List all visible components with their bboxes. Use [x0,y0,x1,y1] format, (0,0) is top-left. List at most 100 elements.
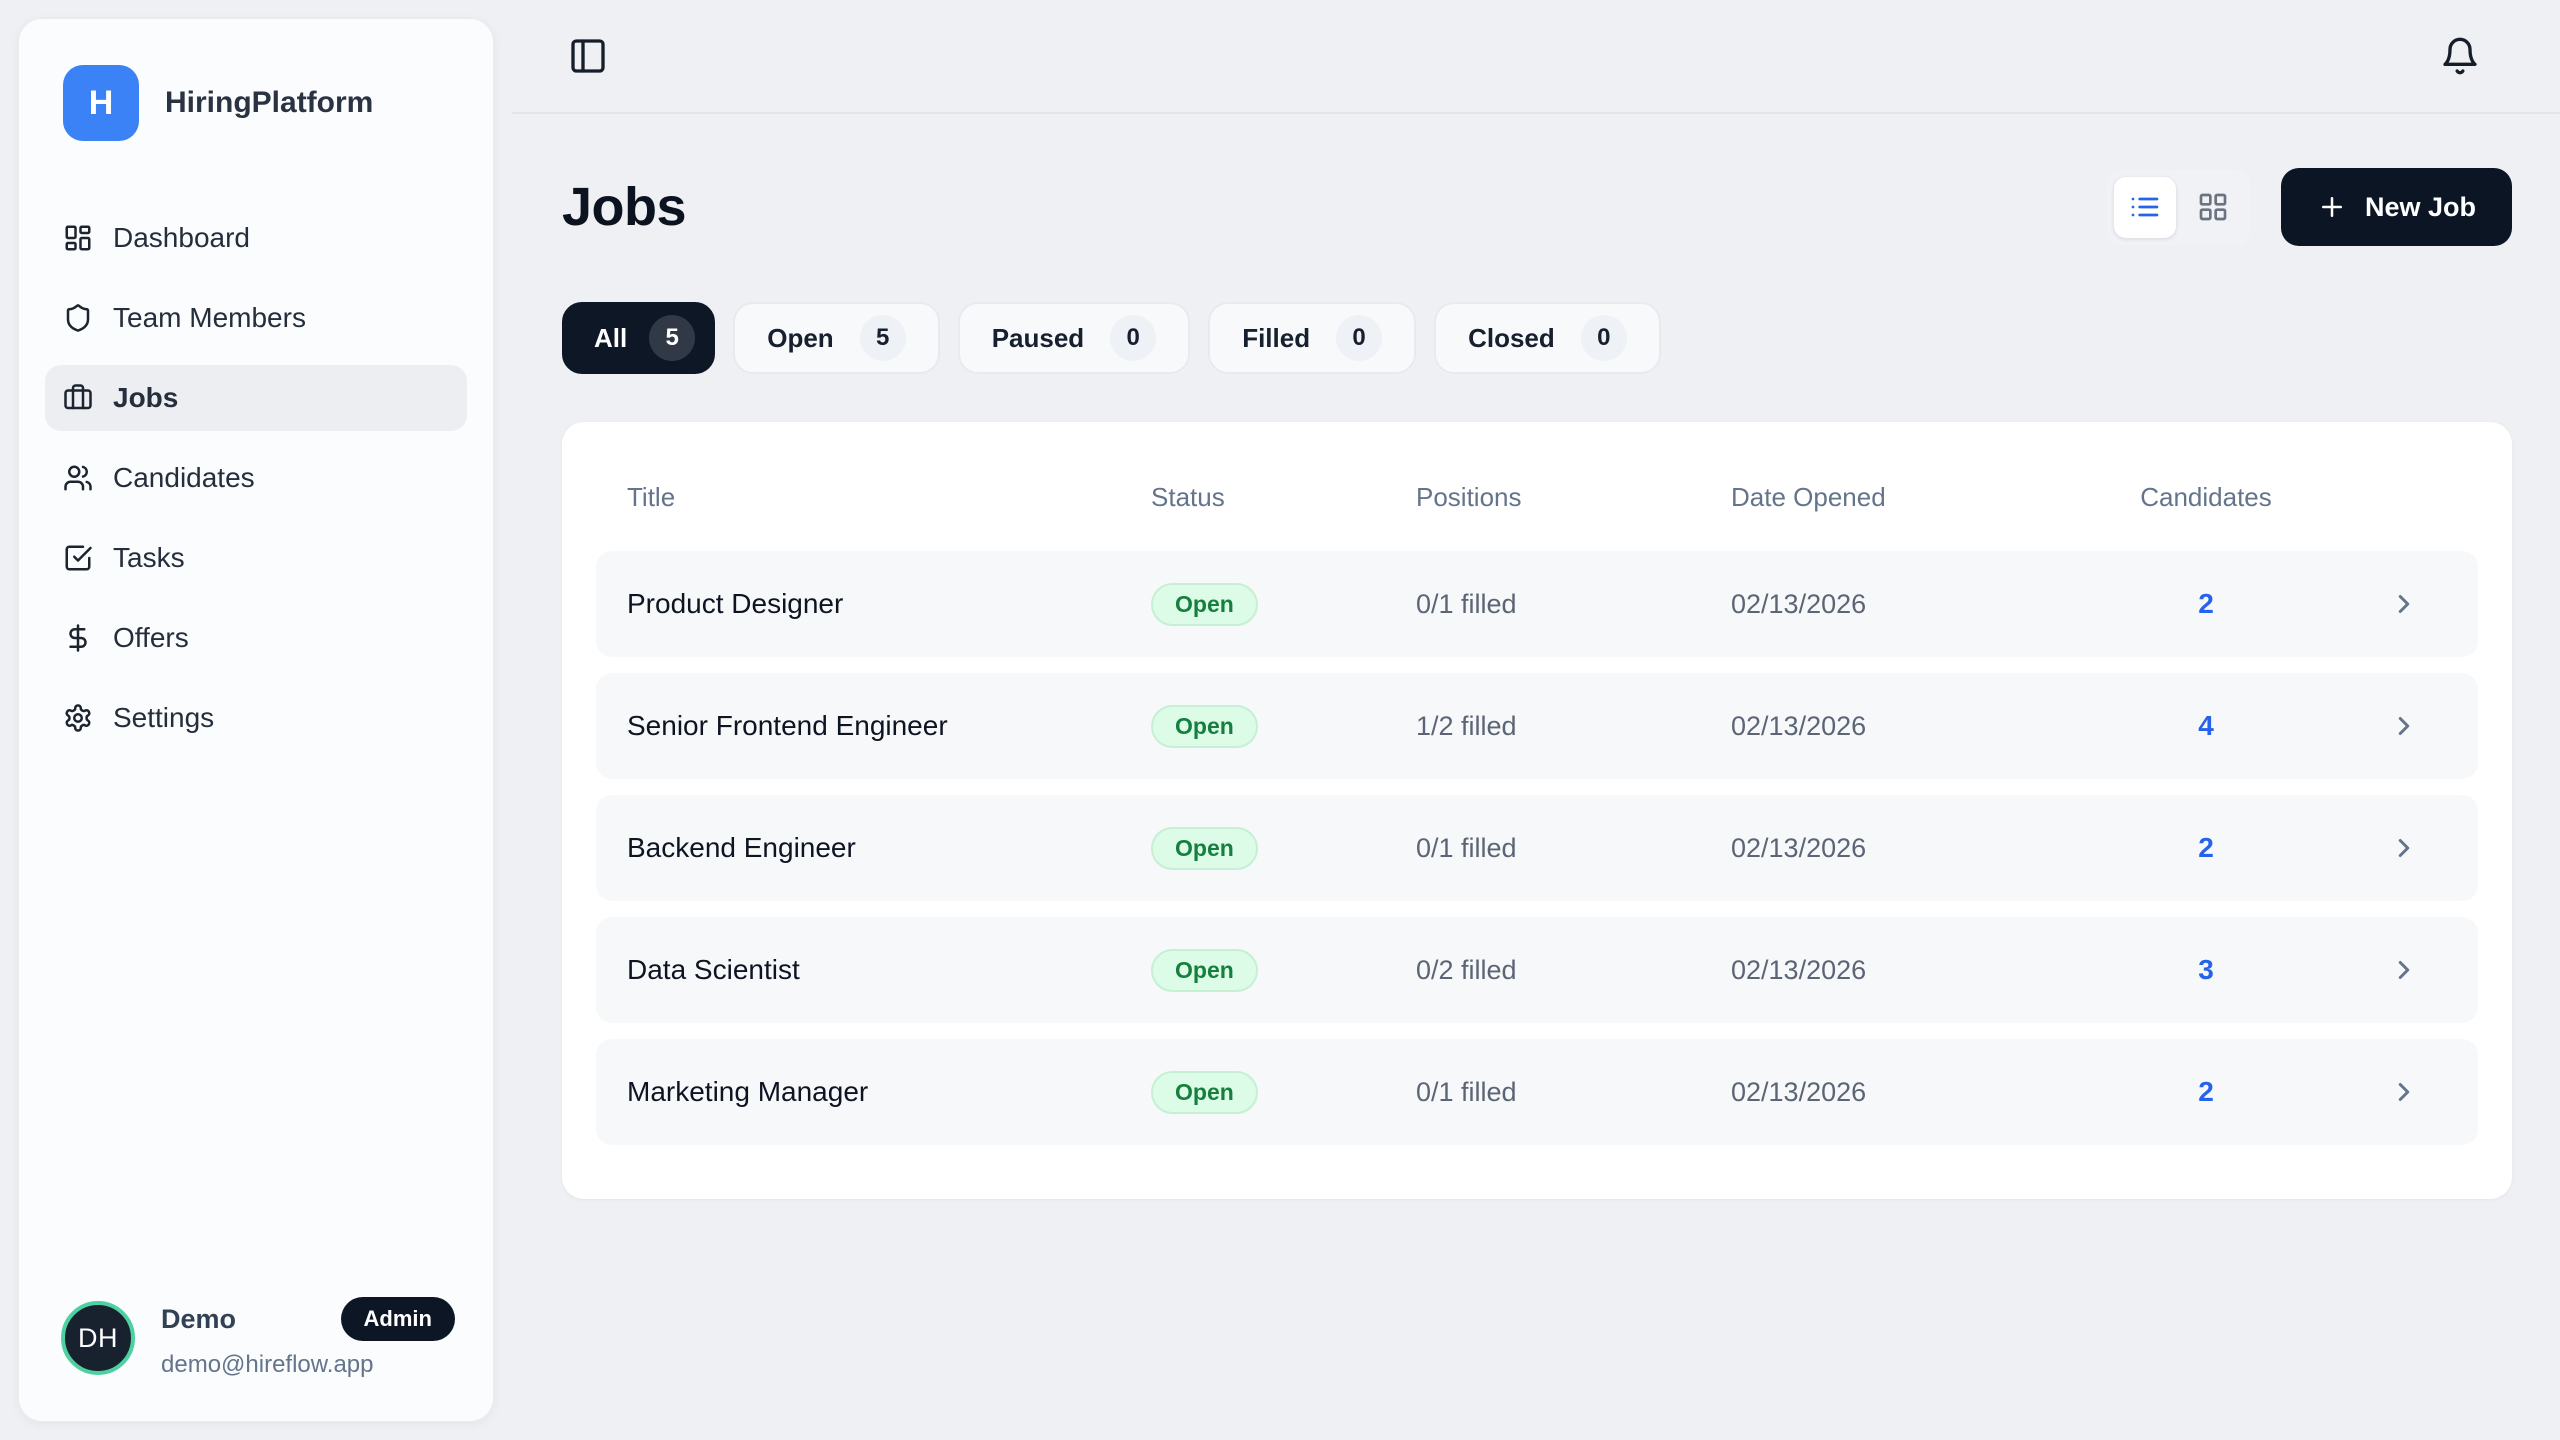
sidebar: H HiringPlatform Dashboard Team Members … [18,18,494,1422]
user-email: demo@hireflow.app [161,1351,455,1379]
job-date-opened: 02/13/2026 [1731,1077,2051,1108]
filter-count-badge: 5 [649,315,695,361]
column-header-status: Status [1151,482,1416,513]
user-text: Demo Admin demo@hireflow.app [161,1297,455,1379]
job-title: Senior Frontend Engineer [627,710,1151,742]
sidebar-item-team-members[interactable]: Team Members [45,285,467,351]
dashboard-icon [63,223,93,253]
status-badge: Open [1151,827,1258,870]
chevron-right-icon[interactable] [2361,833,2447,863]
filter-label: Open [767,323,833,354]
sidebar-item-label: Jobs [113,382,178,414]
filter-label: Paused [992,323,1085,354]
filter-count-badge: 0 [1336,315,1382,361]
plus-icon [2317,192,2347,222]
chevron-right-icon[interactable] [2361,589,2447,619]
topbar [512,0,2560,114]
job-date-opened: 02/13/2026 [1731,711,2051,742]
column-header-candidates: Candidates [2051,482,2361,513]
sidebar-item-label: Dashboard [113,222,250,254]
job-positions: 1/2 filled [1416,711,1731,742]
filter-closed[interactable]: Closed 0 [1434,302,1661,374]
chevron-right-icon[interactable] [2361,711,2447,741]
bell-icon [2440,36,2480,76]
filter-all[interactable]: All 5 [562,302,715,374]
sidebar-item-jobs[interactable]: Jobs [45,365,467,431]
filter-filled[interactable]: Filled 0 [1208,302,1416,374]
jobs-table-card: Title Status Positions Date Opened Candi… [562,422,2512,1199]
filter-label: All [594,323,627,354]
filter-paused[interactable]: Paused 0 [958,302,1191,374]
job-positions: 0/1 filled [1416,1077,1731,1108]
sidebar-item-settings[interactable]: Settings [45,685,467,751]
brand-name: HiringPlatform [165,86,373,120]
job-title: Product Designer [627,588,1151,620]
panel-left-icon [568,36,608,76]
filter-open[interactable]: Open 5 [733,302,939,374]
sidebar-item-tasks[interactable]: Tasks [45,525,467,591]
status-badge: Open [1151,1071,1258,1114]
job-date-opened: 02/13/2026 [1731,955,2051,986]
job-title: Data Scientist [627,954,1151,986]
sidebar-item-candidates[interactable]: Candidates [45,445,467,511]
filter-label: Filled [1242,323,1310,354]
sidebar-nav: Dashboard Team Members Jobs Candidates T… [19,205,493,751]
avatar: DH [61,1301,135,1375]
brand: H HiringPlatform [19,19,493,141]
job-candidates-count[interactable]: 2 [2051,832,2361,864]
briefcase-icon [63,383,93,413]
table-row[interactable]: Product Designer Open 0/1 filled 02/13/2… [596,551,2478,657]
gear-icon [63,703,93,733]
role-badge: Admin [341,1297,455,1341]
job-positions: 0/2 filled [1416,955,1731,986]
job-date-opened: 02/13/2026 [1731,833,2051,864]
users-icon [63,463,93,493]
page-head: Jobs [562,168,2512,246]
user-name: Demo [161,1304,236,1335]
tasks-check-icon [63,543,93,573]
sidebar-item-label: Candidates [113,462,255,494]
table-row[interactable]: Marketing Manager Open 0/1 filled 02/13/… [596,1039,2478,1145]
table-row[interactable]: Backend Engineer Open 0/1 filled 02/13/2… [596,795,2478,901]
status-badge: Open [1151,583,1258,626]
brand-logo-letter: H [89,84,114,123]
table-row[interactable]: Senior Frontend Engineer Open 1/2 filled… [596,673,2478,779]
sidebar-item-label: Team Members [113,302,306,334]
view-toggle [2107,170,2251,245]
filter-count-badge: 0 [1110,315,1156,361]
status-badge: Open [1151,705,1258,748]
brand-logo: H [63,65,139,141]
sidebar-item-dashboard[interactable]: Dashboard [45,205,467,271]
job-candidates-count[interactable]: 3 [2051,954,2361,986]
job-candidates-count[interactable]: 4 [2051,710,2361,742]
chevron-right-icon[interactable] [2361,1077,2447,1107]
new-job-label: New Job [2365,192,2476,223]
sidebar-item-label: Offers [113,622,189,654]
column-header-title: Title [627,482,1151,513]
content: Jobs [512,114,2560,1199]
list-view-button[interactable] [2114,177,2176,238]
table-rows: Product Designer Open 0/1 filled 02/13/2… [562,551,2512,1145]
job-candidates-count[interactable]: 2 [2051,1076,2361,1108]
sidebar-item-label: Settings [113,702,214,734]
new-job-button[interactable]: New Job [2281,168,2512,246]
head-controls: New Job [2107,168,2512,246]
notifications-button[interactable] [2434,30,2486,82]
filter-count-badge: 0 [1581,315,1627,361]
main-area: Jobs [512,0,2560,1440]
list-view-icon [2129,191,2161,223]
sidebar-toggle-button[interactable] [562,30,614,82]
job-title: Backend Engineer [627,832,1151,864]
user-profile[interactable]: DH Demo Admin demo@hireflow.app [19,1267,493,1421]
job-candidates-count[interactable]: 2 [2051,588,2361,620]
filter-pills: All 5 Open 5 Paused 0 Filled 0 Closed 0 [562,302,2512,374]
column-header-date-opened: Date Opened [1731,482,2051,513]
job-positions: 0/1 filled [1416,833,1731,864]
grid-view-button[interactable] [2182,177,2244,238]
grid-view-icon [2197,191,2229,223]
sidebar-item-offers[interactable]: Offers [45,605,467,671]
table-row[interactable]: Data Scientist Open 0/2 filled 02/13/202… [596,917,2478,1023]
chevron-right-icon[interactable] [2361,955,2447,985]
filter-count-badge: 5 [860,315,906,361]
column-header-positions: Positions [1416,482,1731,513]
